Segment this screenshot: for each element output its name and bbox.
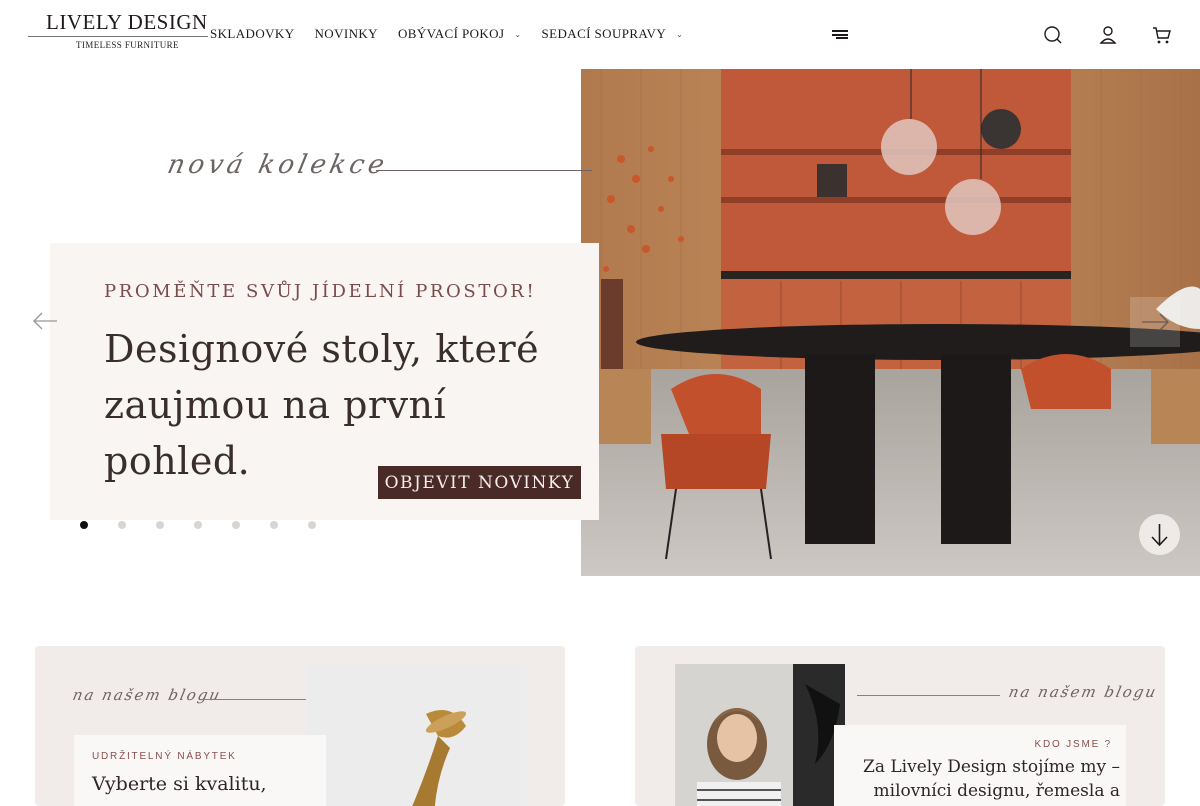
slider-dot[interactable]: [194, 521, 202, 529]
nav-label: NOVINKY: [314, 26, 378, 41]
arrow-right-icon[interactable]: [1130, 297, 1180, 347]
blog-card-about-us[interactable]: na našem blogu KDO JSME ? Za Lively Desi…: [635, 646, 1165, 806]
blog-text-box: UDRŽITELNÝ NÁBYTEK Vyberte si kvalitu,: [74, 735, 326, 806]
menu-icon[interactable]: [832, 30, 848, 40]
logo[interactable]: LIVELY DESIGN TIMELESS FURNITURE: [28, 8, 208, 52]
chevron-down-icon: ⌄: [676, 29, 684, 39]
slider-dot[interactable]: [270, 521, 278, 529]
logo-main-text: LIVELY DESIGN: [46, 10, 208, 34]
blog-title-line-1: Za Lively Design stojíme my –: [863, 757, 1120, 777]
blog-script-heading: na našem blogu: [1007, 683, 1160, 701]
blog-script-rule: [857, 695, 1000, 696]
slider-dot[interactable]: [232, 521, 240, 529]
blog-script-rule: [200, 699, 306, 700]
nav-item-novinky[interactable]: NOVINKY: [315, 26, 378, 42]
blog-text-box: KDO JSME ? Za Lively Design stojíme my –…: [834, 725, 1126, 806]
blog-image: [306, 664, 527, 806]
hero-script-text: nová kolekce: [164, 150, 391, 180]
slider-dot[interactable]: [308, 521, 316, 529]
blog-script-heading: na našem blogu: [71, 686, 224, 704]
blog-title: Vyberte si kvalitu,: [92, 773, 267, 795]
main-nav: SKLADOVKY NOVINKY OBÝVACÍ POKOJ ⌄ SEDACÍ…: [210, 26, 703, 42]
arrow-left-icon[interactable]: [32, 311, 58, 331]
blog-card-sustainable[interactable]: na našem blogu UDRŽITELNÝ NÁBYTEK Vybert…: [35, 646, 565, 806]
hero-script-rule: [376, 170, 592, 171]
nav-item-obyvaci-pokoj[interactable]: OBÝVACÍ POKOJ ⌄: [398, 26, 522, 42]
slider-dots: [80, 521, 346, 529]
hero-script-heading: nová kolekce: [164, 150, 391, 180]
hero-card: PROMĚŇTE SVŮJ JÍDELNÍ PROSTOR! Designové…: [50, 243, 599, 520]
blog-image: [675, 664, 845, 806]
cart-icon[interactable]: [1151, 24, 1173, 46]
blog-kicker: UDRŽITELNÝ NÁBYTEK: [92, 751, 237, 762]
nav-label: SEDACÍ SOUPRAVY: [541, 26, 667, 41]
blog-title-line-2: milovníci designu, řemesla a: [873, 781, 1120, 801]
nav-label: SKLADOVKY: [210, 26, 295, 41]
hero-image: [581, 69, 1200, 576]
search-icon[interactable]: [1042, 24, 1064, 46]
slider-dot[interactable]: [118, 521, 126, 529]
hero-cta-button[interactable]: OBJEVIT NOVINKY: [378, 466, 581, 499]
logo-divider: [28, 36, 208, 37]
user-icon[interactable]: [1097, 24, 1119, 46]
chevron-down-icon: ⌄: [514, 29, 522, 39]
nav-item-sedaci-soupravy[interactable]: SEDACÍ SOUPRAVY ⌄: [542, 26, 684, 42]
logo-tagline: TIMELESS FURNITURE: [76, 40, 179, 50]
nav-label: OBÝVACÍ POKOJ: [397, 26, 505, 41]
slider-dot[interactable]: [80, 521, 88, 529]
site-header: LIVELY DESIGN TIMELESS FURNITURE SKLADOV…: [0, 0, 1200, 68]
arrow-down-icon[interactable]: [1139, 514, 1180, 555]
hero-title: Designové stoly, které zaujmou na první …: [104, 327, 540, 483]
hero-kicker: PROMĚŇTE SVŮJ JÍDELNÍ PROSTOR!: [104, 281, 537, 302]
slider-dot[interactable]: [156, 521, 164, 529]
nav-item-skladovky[interactable]: SKLADOVKY: [210, 26, 295, 42]
blog-kicker: KDO JSME ?: [1034, 739, 1112, 750]
